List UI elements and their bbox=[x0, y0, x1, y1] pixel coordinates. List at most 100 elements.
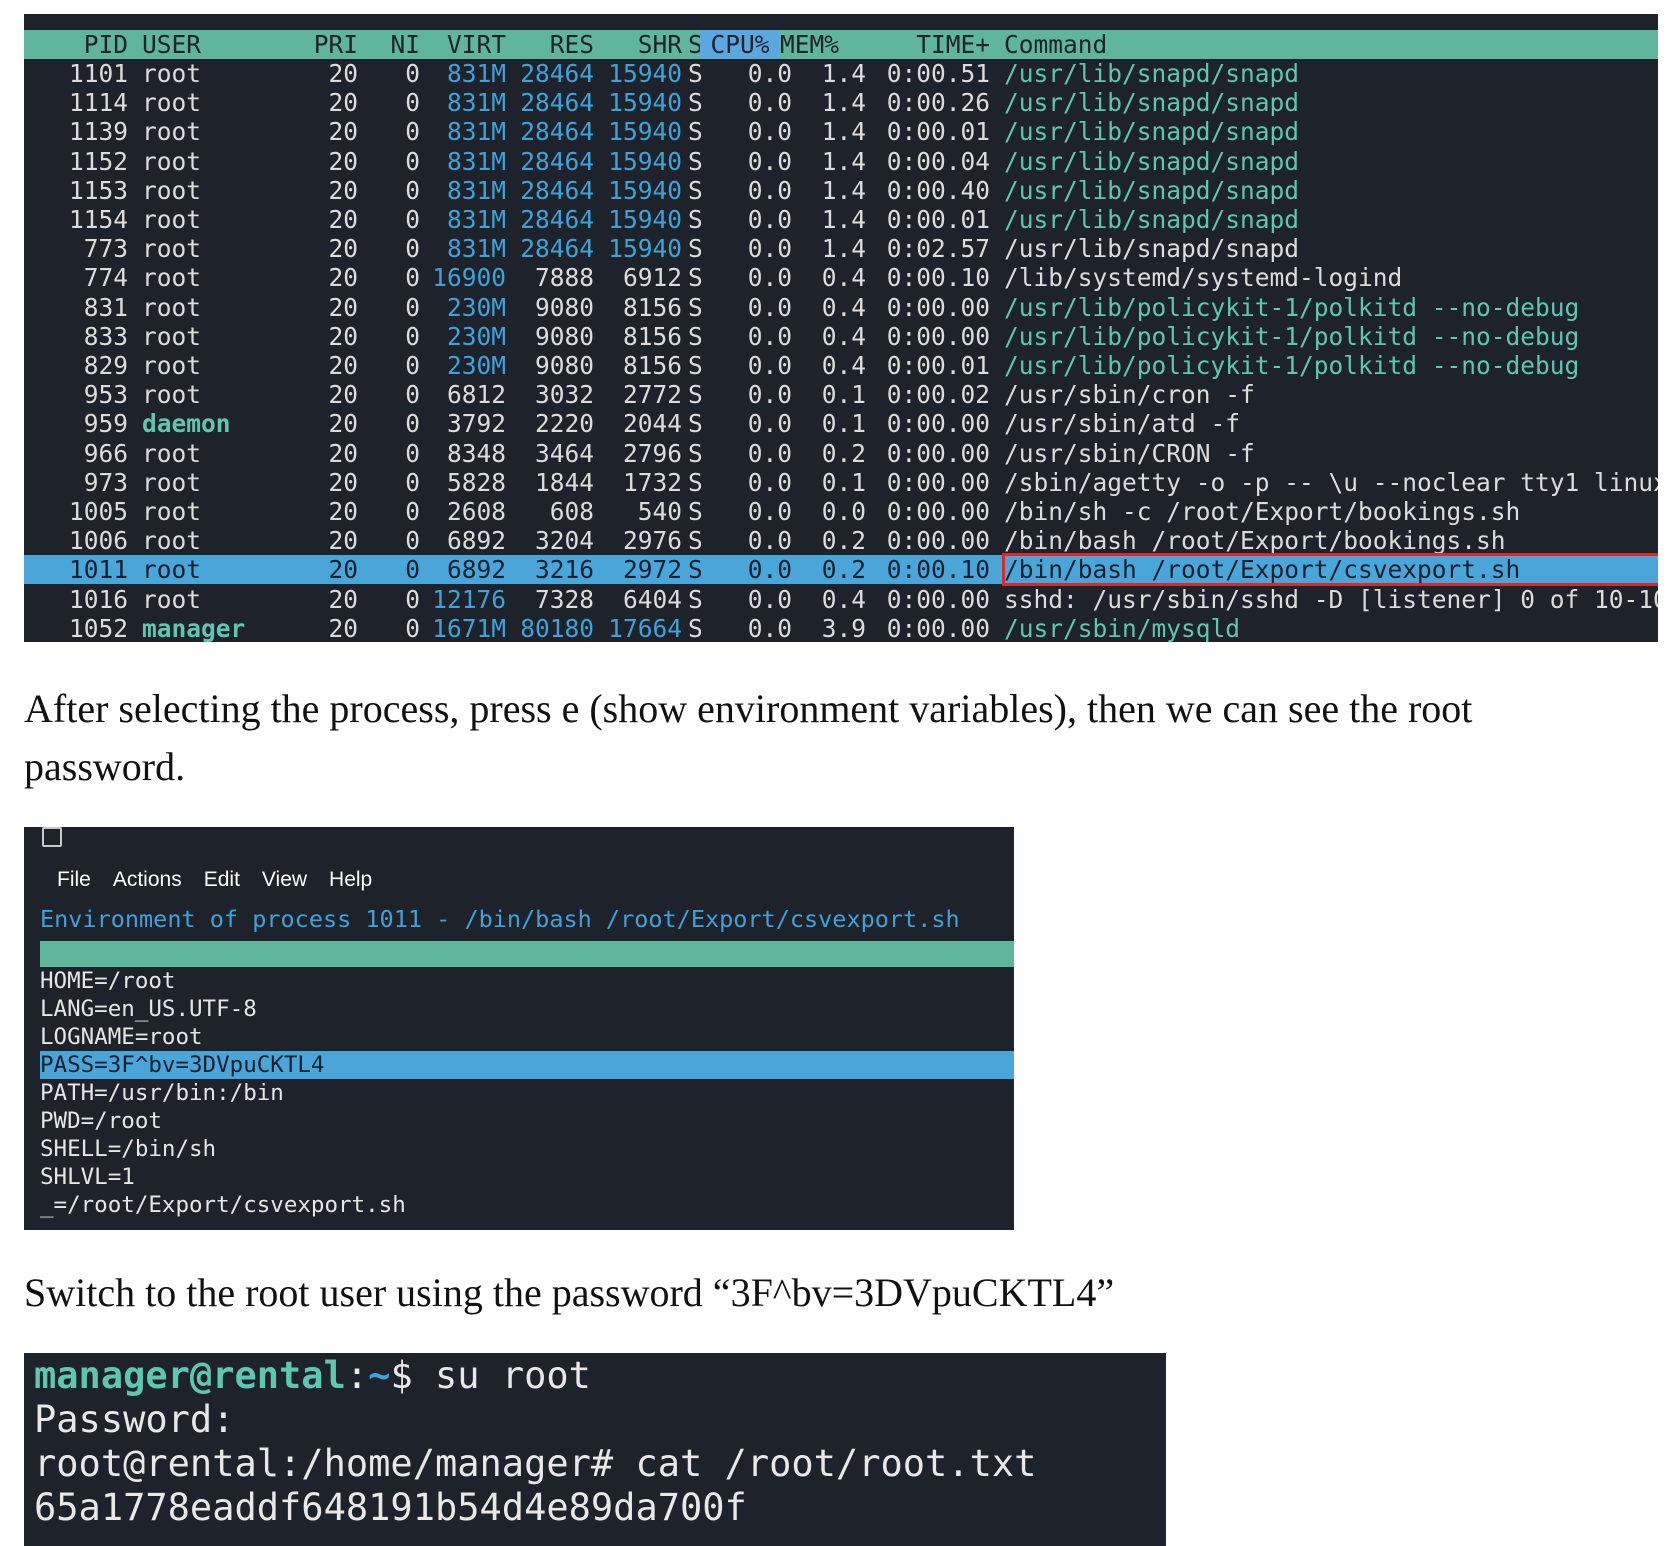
cell-pri: 20 bbox=[328, 613, 358, 642]
env-variable-line[interactable]: LANG=en_US.UTF-8 bbox=[40, 995, 1014, 1023]
cell-res: 28464 bbox=[520, 234, 594, 264]
process-row[interactable]: 1005 root 20 0 2608 608 540 S 0.0 0.0 0:00.00/bin/… bbox=[24, 497, 1658, 526]
cell-virt: 2608 bbox=[446, 497, 506, 526]
process-row[interactable]: 831 root 20 0 230M 9080 8156 S 0.0 0.4 0:00.00/usr… bbox=[24, 293, 1658, 322]
menu-view[interactable]: View bbox=[251, 863, 318, 897]
menu-edit[interactable]: Edit bbox=[193, 863, 251, 897]
env-variable-line[interactable]: PWD=/root bbox=[40, 1107, 1014, 1135]
su-terminal[interactable]: manager@rental:~$ su root Password: root… bbox=[24, 1353, 1166, 1546]
process-row[interactable]: 829 root 20 0 230M 9080 8156 S 0.0 0.4 0:00.01/usr… bbox=[24, 351, 1658, 380]
header-ni[interactable]: NI bbox=[360, 30, 420, 59]
process-row[interactable]: 973 root 20 0 5828 1844 1732 S 0.0 0.1 0:00.00/sbi… bbox=[24, 468, 1658, 497]
menu-help[interactable]: Help bbox=[318, 863, 383, 897]
cell-cpu: 0.0 bbox=[747, 409, 792, 439]
cell-ni: 0 bbox=[405, 497, 420, 526]
environment-header-bar bbox=[40, 941, 1014, 967]
process-row[interactable]: 833 root 20 0 230M 9080 8156 S 0.0 0.4 0:00.00/usr… bbox=[24, 322, 1658, 351]
cell-cpu: 0.0 bbox=[747, 555, 792, 585]
cell-shr: 6912 bbox=[622, 263, 682, 293]
cell-shr: 17664 bbox=[608, 613, 682, 642]
cell-pid: 831 bbox=[83, 292, 128, 322]
cell-virt: 16900 bbox=[432, 263, 506, 293]
prompt-symbol: $ bbox=[390, 1354, 413, 1397]
cell-virt: 12176 bbox=[432, 584, 506, 614]
process-row[interactable]: 774 root 20 0 16900 7888 6912 S 0.0 0.4 0:00.10/li… bbox=[24, 263, 1658, 292]
process-row[interactable]: 959 daemon 20 0 3792 2220 2044 S 0.0 0.1 0:00.00/u… bbox=[24, 409, 1658, 438]
cell-pid: 1016 bbox=[68, 584, 128, 614]
cell-user: root bbox=[142, 117, 202, 147]
cell-pid: 1153 bbox=[68, 175, 128, 205]
cell-command: /usr/lib/snapd/snapd bbox=[1004, 205, 1300, 234]
env-variable-line[interactable]: _=/root/Export/csvexport.sh bbox=[40, 1191, 1014, 1219]
cell-res: 80180 bbox=[520, 613, 594, 642]
cell-time: 0:00.10 bbox=[886, 263, 990, 293]
process-row[interactable]: 1139 root 20 0 831M 28464 15940 S 0.0 1.4 0:00.01 /… bbox=[24, 117, 1658, 146]
env-variable-line[interactable]: PATH=/usr/bin:/bin bbox=[40, 1079, 1014, 1107]
header-mem[interactable]: MEM% bbox=[780, 30, 850, 59]
process-row[interactable]: 953 root 20 0 6812 3032 2772 S 0.0 0.1 0:00.02/usr… bbox=[24, 380, 1658, 409]
cell-res: 3464 bbox=[534, 438, 594, 468]
cell-cpu: 0.0 bbox=[747, 497, 792, 526]
process-row[interactable]: 773 root 20 0 831M 28464 15940 S 0.0 1.4 0:02.57/u… bbox=[24, 234, 1658, 263]
process-row[interactable]: 1152 root 20 0 831M 28464 15940 S 0.0 1.4 0:00.04 /… bbox=[24, 147, 1658, 176]
cell-shr: 540 bbox=[637, 497, 682, 526]
instruction-paragraph-2: Switch to the root user using the passwo… bbox=[24, 1270, 1115, 1315]
env-variable-line[interactable]: LOGNAME=root bbox=[40, 1023, 1014, 1051]
env-variable-line[interactable]: PASS=3F^bv=3DVpuCKTL4 bbox=[40, 1051, 1014, 1079]
cell-s: S bbox=[688, 380, 703, 410]
cell-s: S bbox=[688, 584, 703, 614]
process-row[interactable]: 1052 manager 20 0 1671M 80180 17664 S 0.0 3.9 0:00… bbox=[24, 614, 1658, 642]
process-row[interactable]: 1154 root 20 0 831M 28464 15940 S 0.0 1.4 0:00.01 /… bbox=[24, 205, 1658, 234]
cell-shr: 15940 bbox=[608, 117, 682, 147]
cell-user: root bbox=[142, 175, 202, 205]
process-row[interactable]: 1011 root 20 0 6892 3216 2972 S 0.0 0.2 0:00.10/bi… bbox=[24, 553, 1658, 587]
env-variable-line[interactable]: SHLVL=1 bbox=[40, 1163, 1014, 1191]
cell-time: 0:02.57 bbox=[886, 234, 990, 264]
cell-cpu: 0.0 bbox=[747, 526, 792, 556]
header-time[interactable]: TIME+ bbox=[880, 30, 990, 59]
header-pid[interactable]: PID bbox=[24, 30, 128, 59]
cell-res: 28464 bbox=[520, 88, 594, 118]
cell-cpu: 0.0 bbox=[747, 88, 792, 118]
process-row[interactable]: 1101 root 20 0 831M 28464 15940 S 0.0 1.4 0:00.51 /… bbox=[24, 59, 1658, 88]
cell-pid: 773 bbox=[83, 234, 128, 264]
cell-pri: 20 bbox=[328, 555, 358, 585]
cell-ni: 0 bbox=[405, 292, 420, 322]
header-shr[interactable]: SHR bbox=[594, 30, 682, 59]
cell-cpu: 0.0 bbox=[747, 175, 792, 205]
header-cpu[interactable]: CPU% bbox=[700, 30, 780, 59]
menu-file[interactable]: File bbox=[46, 863, 102, 897]
header-res[interactable]: RES bbox=[506, 30, 594, 59]
cell-s: S bbox=[688, 467, 703, 497]
prompt-user: manager@rental bbox=[34, 1354, 346, 1397]
cell-time: 0:00.00 bbox=[886, 292, 990, 322]
header-user[interactable]: USER bbox=[142, 30, 282, 59]
cell-res: 3032 bbox=[534, 380, 594, 410]
cell-pri: 20 bbox=[328, 351, 358, 380]
cell-mem: 0.0 bbox=[821, 497, 866, 526]
cell-pid: 1101 bbox=[68, 59, 128, 88]
cell-s: S bbox=[688, 117, 703, 147]
cell-pri: 20 bbox=[328, 175, 358, 205]
cell-command: /sbin/agetty -o -p -- \u --noclear tty1 … bbox=[1004, 467, 1658, 497]
process-row[interactable]: 1006 root 20 0 6892 3204 2976 S 0.0 0.2 0:00.00/bi… bbox=[24, 526, 1658, 555]
cell-shr: 15940 bbox=[608, 175, 682, 205]
process-row[interactable]: 1016 root 20 0 12176 7328 6404 S 0.0 0.4 0:00.00 ss… bbox=[24, 585, 1658, 614]
header-pri[interactable]: PRI bbox=[284, 30, 358, 59]
cell-virt: 230M bbox=[446, 321, 506, 351]
header-command[interactable]: Command bbox=[1004, 30, 1658, 59]
cell-ni: 0 bbox=[405, 321, 420, 351]
cell-s: S bbox=[688, 175, 703, 205]
process-row[interactable]: 1153 root 20 0 831M 28464 15940 S 0.0 1.4 0:00.40 /… bbox=[24, 176, 1658, 205]
menu-actions[interactable]: Actions bbox=[102, 863, 193, 897]
cell-virt: 6892 bbox=[446, 526, 506, 556]
header-virt[interactable]: VIRT bbox=[420, 30, 506, 59]
cell-ni: 0 bbox=[405, 584, 420, 614]
cell-mem: 0.2 bbox=[821, 438, 866, 468]
env-variable-line[interactable]: SHELL=/bin/sh bbox=[40, 1135, 1014, 1163]
cell-ni: 0 bbox=[405, 380, 420, 410]
process-row[interactable]: 966 root 20 0 8348 3464 2796 S 0.0 0.2 0:00.00/usr… bbox=[24, 439, 1658, 468]
htop-header-row[interactable]: PID USER PRI NI VIRT RES SHR S CPU% MEM%… bbox=[24, 30, 1658, 59]
env-variable-line[interactable]: HOME=/root bbox=[40, 967, 1014, 995]
process-row[interactable]: 1114 root 20 0 831M 28464 15940 S 0.0 1.4 0:00.26 /… bbox=[24, 88, 1658, 117]
